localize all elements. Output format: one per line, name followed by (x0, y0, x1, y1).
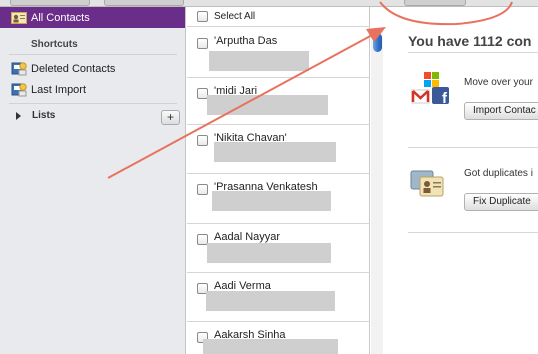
list-item[interactable]: 'Arputha Das (187, 28, 370, 78)
section-divider (408, 232, 538, 233)
disclosure-triangle-icon (16, 111, 21, 120)
section-divider (408, 147, 538, 148)
sidebar-item-label: Last Import (31, 83, 87, 96)
page-title: You have 1112 con (408, 33, 532, 49)
select-all-checkbox[interactable] (197, 11, 208, 22)
redacted-detail (207, 243, 331, 263)
add-list-button[interactable]: + (161, 110, 180, 125)
duplicates-description: Got duplicates i (464, 168, 533, 179)
contact-name: 'Arputha Das (214, 35, 278, 47)
sidebar-item-label: Deleted Contacts (31, 62, 116, 75)
fix-duplicates-button[interactable]: Fix Duplicate (464, 193, 538, 211)
redacted-detail (206, 291, 335, 311)
import-contacts-button[interactable]: Import Contac (464, 102, 538, 120)
list-item[interactable]: 'midi Jari (187, 78, 370, 125)
sidebar-divider (9, 103, 177, 104)
shortcuts-header: Shortcuts (31, 39, 78, 50)
list-item[interactable]: 'Prasanna Venkatesh (187, 174, 370, 224)
contacts-card-icon (11, 11, 27, 24)
last-import-icon (11, 83, 27, 97)
scrollbar-track[interactable] (371, 28, 383, 354)
duplicate-contacts-icon (410, 170, 444, 197)
import-services-icon: f (411, 72, 449, 107)
sidebar: All Contacts Shortcuts Deleted Contacts … (0, 7, 186, 354)
section-divider (408, 52, 538, 53)
sidebar-divider (9, 54, 177, 55)
redacted-detail (207, 95, 328, 115)
redacted-detail (214, 142, 336, 162)
sidebar-item-deleted-contacts[interactable]: Deleted Contacts (11, 61, 115, 76)
toolbar-button[interactable] (104, 0, 184, 6)
lists-label: Lists (32, 110, 56, 121)
contact-checkbox[interactable] (197, 184, 208, 195)
sidebar-item-last-import[interactable]: Last Import (11, 82, 86, 97)
contact-checkbox[interactable] (197, 135, 208, 146)
list-item[interactable]: Aakarsh Sinha (187, 322, 370, 354)
all-contacts-label: All Contacts (31, 11, 90, 24)
sidebar-lists-toggle[interactable]: Lists (16, 110, 55, 121)
list-item[interactable]: Aadi Verma (187, 273, 370, 322)
contact-checkbox[interactable] (197, 38, 208, 49)
select-all-label: Select All (214, 11, 256, 22)
list-item[interactable]: 'Nikita Chavan' (187, 125, 370, 174)
toolbar-button[interactable] (10, 0, 90, 6)
redacted-detail (203, 339, 338, 354)
deleted-contacts-icon (11, 62, 27, 76)
list-item[interactable]: Aadal Nayyar (187, 224, 370, 273)
contact-list: Select All 'Arputha Das 'midi Jari 'Niki… (187, 7, 370, 354)
toolbar-button[interactable] (404, 0, 466, 6)
top-toolbar (0, 0, 538, 7)
main-panel: You have 1112 con f Move over your Impor… (384, 7, 538, 354)
contact-name: Aadal Nayyar (214, 231, 281, 243)
redacted-detail (209, 51, 309, 71)
scrollbar-thumb[interactable] (373, 33, 382, 52)
sidebar-item-all-contacts[interactable]: All Contacts (0, 7, 185, 28)
redacted-detail (212, 191, 331, 211)
select-all-row[interactable]: Select All (187, 7, 370, 27)
import-description: Move over your (464, 77, 533, 88)
